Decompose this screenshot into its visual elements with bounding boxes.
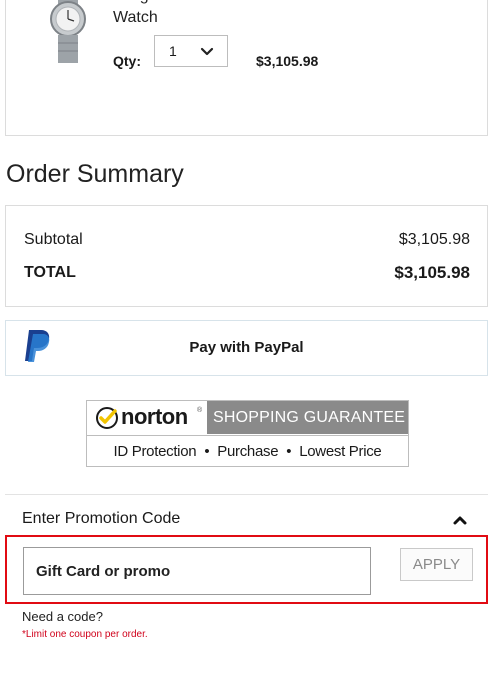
- subtotal-label: Subtotal: [24, 231, 83, 248]
- need-a-code-link[interactable]: Need a code?: [22, 609, 103, 624]
- checkmark-icon: [96, 407, 118, 429]
- promo-code-input[interactable]: [23, 547, 371, 595]
- norton-feature: Purchase: [217, 443, 279, 460]
- section-divider: [5, 494, 488, 495]
- order-summary-card: Subtotal $3,105.98 TOTAL $3,105.98: [5, 205, 488, 307]
- paypal-button[interactable]: Pay with PayPal: [5, 320, 488, 376]
- norton-guarantee-text: SHOPPING GUARANTEE »: [207, 401, 408, 459]
- total-label: TOTAL: [24, 264, 76, 281]
- quantity-value: 1: [169, 43, 177, 59]
- norton-shopping-guarantee-badge[interactable]: norton ® SHOPPING GUARANTEE » ID Protect…: [86, 400, 409, 467]
- watch-thumbnail[interactable]: [46, 0, 90, 63]
- norton-trademark: ®: [197, 407, 203, 414]
- norton-feature: ID Protection: [113, 443, 197, 460]
- subtotal-value: $3,105.98: [398, 231, 470, 248]
- item-price: $3,105.98: [256, 53, 319, 69]
- promotion-heading[interactable]: Enter Promotion Code: [22, 510, 180, 528]
- paypal-label: Pay with PayPal: [189, 339, 304, 356]
- promo-code-highlight: APPLY: [5, 535, 488, 604]
- norton-brand-name: norton: [121, 404, 188, 429]
- chevron-up-icon[interactable]: [452, 514, 468, 526]
- norton-features: ID Protection • Purchase • Lowest Price: [87, 435, 408, 467]
- norton-badge-top: norton ® SHOPPING GUARANTEE »: [87, 401, 408, 459]
- total-value: $3,105.98: [394, 263, 470, 282]
- quantity-select[interactable]: 1: [154, 35, 228, 67]
- qty-label: Qty:: [113, 53, 141, 69]
- order-summary-heading: Order Summary: [6, 160, 184, 188]
- coupon-limit-note: *Limit one coupon per order.: [22, 629, 148, 640]
- apply-button[interactable]: APPLY: [400, 548, 473, 581]
- bullet-separator: •: [204, 443, 210, 460]
- bullet-separator: •: [286, 443, 292, 460]
- norton-brand-area: norton ®: [87, 401, 207, 434]
- cart-item-card: Longines L2.759.4.71.6 Master Horis Auto…: [5, 0, 488, 136]
- norton-feature: Lowest Price: [299, 443, 382, 460]
- chevron-down-icon: [200, 47, 214, 56]
- product-title[interactable]: Longines L2.759.4.71.6 Master Horis Auto…: [113, 0, 473, 29]
